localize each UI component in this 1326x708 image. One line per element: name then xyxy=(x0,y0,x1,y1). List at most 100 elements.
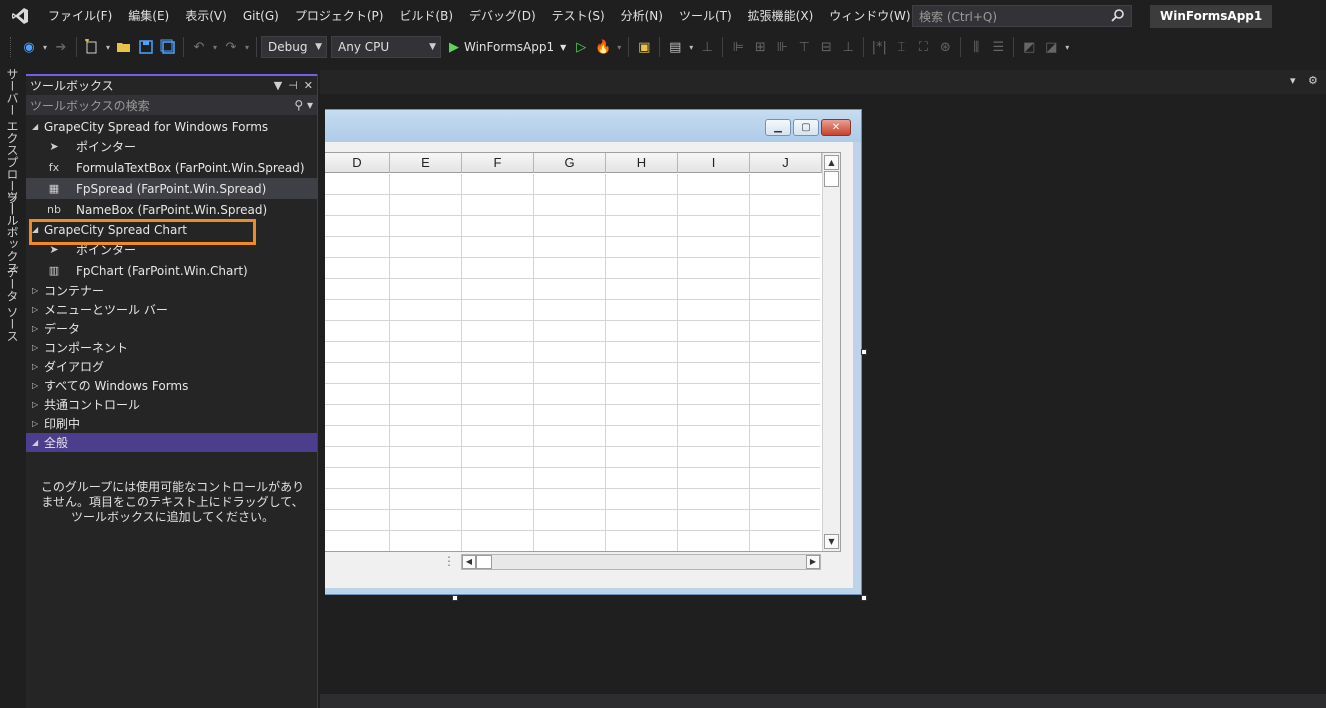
menu-item-0[interactable]: ファイル(F) xyxy=(40,4,120,28)
align-middles-icon[interactable]: ⊟ xyxy=(815,36,837,58)
dropdown-chevron-icon[interactable]: ▾ xyxy=(103,36,113,58)
dropdown-chevron-icon[interactable]: ▾ xyxy=(614,36,624,58)
spread-vertical-scrollbar[interactable]: ▲ ▼ xyxy=(822,153,840,551)
toolbox-group-9[interactable]: ▷ 印刷中 xyxy=(26,414,317,433)
pin-icon[interactable]: ⊣ xyxy=(288,79,298,92)
spread-cell-grid[interactable] xyxy=(325,174,820,551)
tab-toolbox[interactable]: ツールボックス xyxy=(4,190,21,274)
toolbox-group-3[interactable]: ▷ メニューとツール バー xyxy=(26,300,317,319)
navigate-back-icon[interactable]: ◉ xyxy=(18,36,40,58)
start-without-debugging-icon[interactable]: ▷ xyxy=(570,36,592,58)
toolbox-group-6[interactable]: ▷ ダイアログ xyxy=(26,357,317,376)
solution-platform-select[interactable]: Any CPU ▼ xyxy=(331,36,441,58)
save-all-icon[interactable] xyxy=(157,36,179,58)
search-icon[interactable]: ⚲ ▾ xyxy=(294,98,313,112)
start-debugging-button[interactable]: ▶ WinFormsApp1 ▼ xyxy=(445,36,570,58)
menu-item-9[interactable]: ツール(T) xyxy=(671,4,740,28)
scroll-down-icon[interactable]: ▼ xyxy=(824,534,839,549)
expanded-caret-icon[interactable]: ◢ xyxy=(32,438,44,447)
form-titlebar[interactable]: ▁ ▢ ✕ xyxy=(325,110,861,142)
tab-data-sources[interactable]: データ ソース xyxy=(4,266,21,342)
undo-icon[interactable]: ↶ xyxy=(188,36,210,58)
toolbox-group-5[interactable]: ▷ コンポーネント xyxy=(26,338,317,357)
fpspread-control[interactable]: DEFGHIJ ▲ ▼ xyxy=(325,152,841,552)
open-file-folder-icon[interactable]: ▣ xyxy=(633,36,655,58)
menu-item-5[interactable]: ビルド(B) xyxy=(391,4,461,28)
vertical-spacing-icon[interactable]: ☰ xyxy=(987,36,1009,58)
toolbox-search-input[interactable]: ツールボックスの検索 ⚲ ▾ xyxy=(26,95,317,115)
resize-handle-bottom[interactable] xyxy=(452,595,458,601)
close-icon[interactable]: ✕ xyxy=(821,119,851,136)
save-icon[interactable] xyxy=(135,36,157,58)
menu-item-6[interactable]: デバッグ(D) xyxy=(461,4,544,28)
column-header[interactable]: G xyxy=(534,153,606,173)
toolbox-group-4[interactable]: ▷ データ xyxy=(26,319,317,338)
scroll-up-icon[interactable]: ▲ xyxy=(824,155,839,170)
collapsed-caret-icon[interactable]: ▷ xyxy=(32,400,44,409)
align-rights-icon[interactable]: ⊪ xyxy=(771,36,793,58)
align-lefts-icon[interactable]: ⊫ xyxy=(727,36,749,58)
gear-icon[interactable]: ⚙ xyxy=(1308,74,1318,87)
scroll-right-icon[interactable]: ▶ xyxy=(806,555,820,569)
column-header[interactable]: E xyxy=(390,153,462,173)
toolbar-grip[interactable] xyxy=(10,37,14,57)
toolbox-group-8[interactable]: ▷ 共通コントロール xyxy=(26,395,317,414)
column-header[interactable]: H xyxy=(606,153,678,173)
form1-window[interactable]: ▁ ▢ ✕ DEFGHIJ ▲ ▼ ⋮ ◀ ▶ xyxy=(325,109,862,595)
dropdown-chevron-icon[interactable]: ▾ xyxy=(40,36,50,58)
solution-configuration-select[interactable]: Debug ▼ xyxy=(261,36,327,58)
scroll-thumb[interactable] xyxy=(824,171,839,187)
collapsed-caret-icon[interactable]: ▷ xyxy=(32,381,44,390)
collapsed-caret-icon[interactable]: ▷ xyxy=(32,362,44,371)
menu-item-1[interactable]: 編集(E) xyxy=(120,4,177,28)
toolbox-group-10[interactable]: ◢ 全般 xyxy=(26,433,317,452)
hot-reload-icon[interactable]: 🔥 xyxy=(592,36,614,58)
window-position-menu-icon[interactable]: ▼ xyxy=(274,79,282,92)
make-same-size-icon[interactable]: ⛶ xyxy=(912,36,934,58)
toolbox-group-2[interactable]: ▷ コンテナー xyxy=(26,281,317,300)
toolbox-item[interactable]: ▥ FpChart (FarPoint.Win.Chart) xyxy=(26,260,317,281)
column-header[interactable]: J xyxy=(750,153,822,173)
toolbox-group-7[interactable]: ▷ すべての Windows Forms xyxy=(26,376,317,395)
dropdown-chevron-icon[interactable]: ▾ xyxy=(686,36,696,58)
global-search-input[interactable]: 検索 (Ctrl+Q) xyxy=(912,5,1132,27)
close-icon[interactable]: ✕ xyxy=(304,79,313,92)
align-tops-icon[interactable]: ⊤ xyxy=(793,36,815,58)
toolbox-group-0[interactable]: ◢ GrapeCity Spread for Windows Forms xyxy=(26,117,317,136)
expanded-caret-icon[interactable]: ◢ xyxy=(32,225,44,234)
open-folder-icon[interactable] xyxy=(113,36,135,58)
toolbox-item[interactable]: nb NameBox (FarPoint.Win.Spread) xyxy=(26,199,317,220)
menu-item-2[interactable]: 表示(V) xyxy=(177,4,235,28)
collapsed-caret-icon[interactable]: ▷ xyxy=(32,324,44,333)
toolbox-item[interactable]: ▦ FpSpread (FarPoint.Win.Spread) xyxy=(26,178,317,199)
designer-horizontal-scrollbar[interactable] xyxy=(320,694,1326,708)
redo-icon[interactable]: ↷ xyxy=(220,36,242,58)
resize-handle-right[interactable] xyxy=(861,349,867,355)
dropdown-chevron-icon[interactable]: ▾ xyxy=(210,36,220,58)
resize-handle-bottom-right[interactable] xyxy=(861,595,867,601)
align-centers-icon[interactable]: ⊞ xyxy=(749,36,771,58)
toolbar-options-icon[interactable]: ▾ xyxy=(1062,36,1072,58)
toolbox-item[interactable]: ➤ ポインター xyxy=(26,239,317,260)
bring-to-front-icon[interactable]: ◩ xyxy=(1018,36,1040,58)
toolbox-item[interactable]: ➤ ポインター xyxy=(26,136,317,157)
align-to-grid-icon[interactable]: ⊥ xyxy=(696,36,718,58)
align-bottoms-icon[interactable]: ⊥ xyxy=(837,36,859,58)
minimize-icon[interactable]: ▁ xyxy=(765,119,791,136)
scroll-left-icon[interactable]: ◀ xyxy=(462,555,476,569)
collapsed-caret-icon[interactable]: ▷ xyxy=(32,343,44,352)
collapsed-caret-icon[interactable]: ▷ xyxy=(32,419,44,428)
scroll-thumb[interactable] xyxy=(476,555,492,569)
menu-item-10[interactable]: 拡張機能(X) xyxy=(740,4,822,28)
solution-name-badge[interactable]: WinFormsApp1 xyxy=(1150,5,1273,28)
make-same-width-icon[interactable]: |*| xyxy=(868,36,890,58)
column-header[interactable]: D xyxy=(325,153,390,173)
split-box-grip-icon[interactable]: ⋮ xyxy=(443,554,455,568)
collapsed-caret-icon[interactable]: ▷ xyxy=(32,286,44,295)
menu-item-7[interactable]: テスト(S) xyxy=(544,4,613,28)
column-header[interactable]: I xyxy=(678,153,750,173)
horizontal-spacing-icon[interactable]: ⫼ xyxy=(965,36,987,58)
menu-item-4[interactable]: プロジェクト(P) xyxy=(287,4,392,28)
column-header[interactable]: F xyxy=(462,153,534,173)
spread-horizontal-scrollbar[interactable]: ◀ ▶ xyxy=(461,554,821,570)
